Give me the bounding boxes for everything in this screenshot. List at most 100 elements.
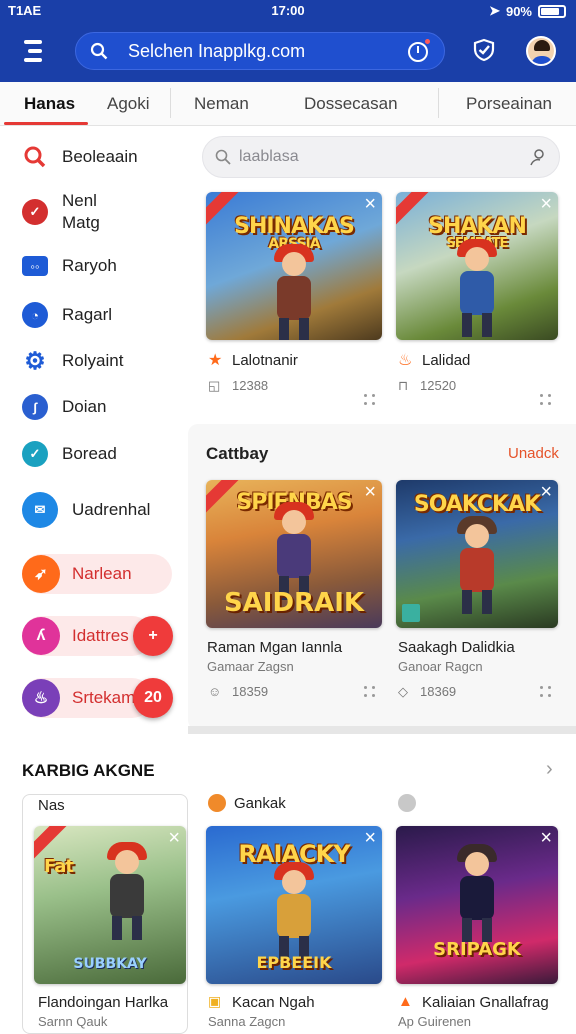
link-icon: ʃ	[22, 394, 48, 420]
app-bar: Selchen Inapplkg.com	[0, 22, 576, 82]
game-meta: 12388	[232, 378, 269, 393]
fire-icon: ▲	[398, 993, 413, 1010]
game-art-title: SRIPAGK	[433, 939, 521, 960]
battery-icon	[538, 4, 566, 18]
tab-neman[interactable]: Neman	[194, 94, 249, 114]
close-icon[interactable]: ×	[540, 194, 552, 214]
sidebar-item-label: Ragarl	[62, 305, 113, 324]
pill-label: Idattres	[72, 626, 129, 645]
sidebar-item-doian[interactable]: ʃ Doian	[22, 394, 106, 420]
sidebar-item-raryoh[interactable]: ◦◦ Raryoh	[22, 256, 117, 276]
sidebar-item-beoleaain[interactable]: Beoleaain	[22, 144, 138, 170]
game-subtitle: Gamaar Zagsn	[207, 659, 294, 674]
shield-check-icon[interactable]	[472, 38, 496, 62]
rocket-icon: ➶	[22, 555, 60, 593]
avatar[interactable]	[526, 36, 556, 66]
featured-label: Nas	[38, 797, 65, 814]
game-name[interactable]: Flandoingan Harlka	[38, 994, 168, 1011]
game-meta: 12520	[420, 378, 457, 393]
game-art-subtitle: EPBEEIK	[256, 953, 332, 972]
game-art-title: Fat	[44, 856, 74, 877]
star-icon: ★	[208, 352, 223, 369]
sidebar-item-uadrenhal[interactable]: ✉ Uadrenhal	[22, 492, 150, 528]
search-icon	[24, 146, 46, 168]
game-card[interactable]: × SOAKCKAK	[396, 480, 558, 628]
tab-dossecasan[interactable]: Dossecasan	[304, 94, 398, 114]
game-subtitle: Sarnn Qauk	[38, 1014, 108, 1029]
pill-label: Srtekam	[72, 688, 136, 707]
game-name[interactable]: Raman Mgan Iannla	[207, 639, 342, 656]
url-bar[interactable]: Selchen Inapplkg.com	[75, 32, 445, 70]
battery-percent: 90%	[505, 3, 532, 19]
circle-badge-icon: ◔	[22, 302, 48, 328]
orange-dot-icon	[208, 794, 226, 812]
content-search-input[interactable]: laablasa	[202, 136, 560, 178]
close-icon[interactable]: ×	[168, 828, 180, 848]
tab-hanas[interactable]: Hanas	[24, 94, 75, 114]
game-card[interactable]: × SRIPAGK	[396, 826, 558, 984]
game-subtitle: Ap Guirenen	[398, 1014, 471, 1029]
notification-dot	[425, 39, 430, 44]
game-meta: 18359	[232, 684, 269, 699]
add-fab-button[interactable]: +	[133, 616, 173, 656]
game-card[interactable]: × Fat SUBBKAY	[34, 826, 186, 984]
bottom-section-title: KARBIG AKGNE	[22, 761, 155, 780]
sidebar-item-label: Rolyaint	[62, 351, 124, 370]
tab-agoki[interactable]: Agoki	[107, 94, 150, 114]
gankak-label: Gankak	[234, 795, 286, 812]
status-bar: T1AE 17:00 ➤ 90%	[0, 0, 576, 22]
game-card[interactable]: × SPIFNBAS SAIDRAIK	[206, 480, 382, 628]
sidebar-item-ragarl[interactable]: ◔ Ragarl	[22, 302, 112, 328]
tab-bar: Hanas Agoki Neman Dossecasan Porseainan	[0, 82, 576, 126]
game-art-subtitle: SAIDRAIK	[223, 588, 365, 618]
pill-narlean[interactable]: ➶ Narlean	[22, 554, 172, 594]
badge-icon	[402, 604, 420, 622]
fire-icon: ♨	[398, 352, 413, 369]
game-name[interactable]: Kaliaian Gnallafrag	[422, 994, 549, 1011]
location-icon: ➤	[489, 3, 500, 18]
sidebar-item-label: Uadrenhal	[72, 500, 151, 519]
tag-icon: ⊓	[398, 378, 409, 393]
game-art-title: SOAKCKAK	[413, 492, 541, 517]
game-name[interactable]: Lalotnanir	[232, 352, 298, 369]
tab-porseainan[interactable]: Porseainan	[466, 94, 552, 114]
game-name[interactable]: Kacan Ngah	[232, 994, 315, 1011]
flame-icon: ♨	[22, 679, 60, 717]
more-dots-icon[interactable]	[540, 394, 554, 408]
search-placeholder: laablasa	[239, 148, 299, 165]
game-art-subtitle: SUBBKAY	[73, 956, 147, 972]
more-dots-icon[interactable]	[540, 686, 554, 700]
chat-icon: ☺	[208, 684, 222, 699]
menu-icon[interactable]	[20, 40, 46, 62]
gear-icon: ⚙	[24, 347, 46, 375]
game-card[interactable]: × RAIACKY EPBEEIK	[206, 826, 382, 984]
game-name[interactable]: Saakagh Dalidkia	[398, 639, 515, 656]
tag-icon: ◱	[208, 378, 221, 393]
sidebar-item-rolyaint[interactable]: ⚙ Rolyaint	[22, 347, 124, 375]
game-meta: 18369	[420, 684, 457, 699]
mail-icon: ✉	[22, 492, 58, 528]
more-dots-icon[interactable]	[364, 686, 378, 700]
sidebar-item-boread[interactable]: ✓ Boread	[22, 441, 117, 467]
sidebar: Beoleaain ✓ Nenl Matg ◦◦ Raryoh ◔ Ragarl…	[0, 126, 190, 726]
sidebar-item-nenl-matg[interactable]: ✓ Nenl Matg	[22, 190, 122, 234]
game-card[interactable]: × SHINAKAS ARSSIA	[206, 192, 382, 340]
section-action-link[interactable]: Unadck	[508, 445, 559, 462]
close-icon[interactable]: ×	[540, 828, 552, 848]
game-name[interactable]: Lalidad	[422, 352, 470, 369]
more-dots-icon[interactable]	[364, 394, 378, 408]
sidebar-item-label: Nenl Matg	[62, 191, 100, 232]
active-tab-indicator	[4, 122, 88, 125]
count-fab-button[interactable]: 20	[133, 678, 173, 718]
check-badge-icon: ✓	[22, 199, 48, 225]
url-text: Selchen Inapplkg.com	[128, 41, 306, 61]
timer-icon[interactable]	[408, 42, 428, 62]
curl-icon: ʎ	[22, 617, 60, 655]
game-card[interactable]: × SHAKAN SEMBATE	[396, 192, 558, 340]
sidebar-item-label: Raryoh	[62, 256, 117, 275]
chevron-right-icon[interactable]: ›	[546, 758, 553, 781]
sidebar-item-label: Beoleaain	[62, 147, 138, 166]
close-icon[interactable]: ×	[364, 194, 376, 214]
search-icon	[215, 149, 231, 165]
user-icon[interactable]	[529, 148, 547, 166]
